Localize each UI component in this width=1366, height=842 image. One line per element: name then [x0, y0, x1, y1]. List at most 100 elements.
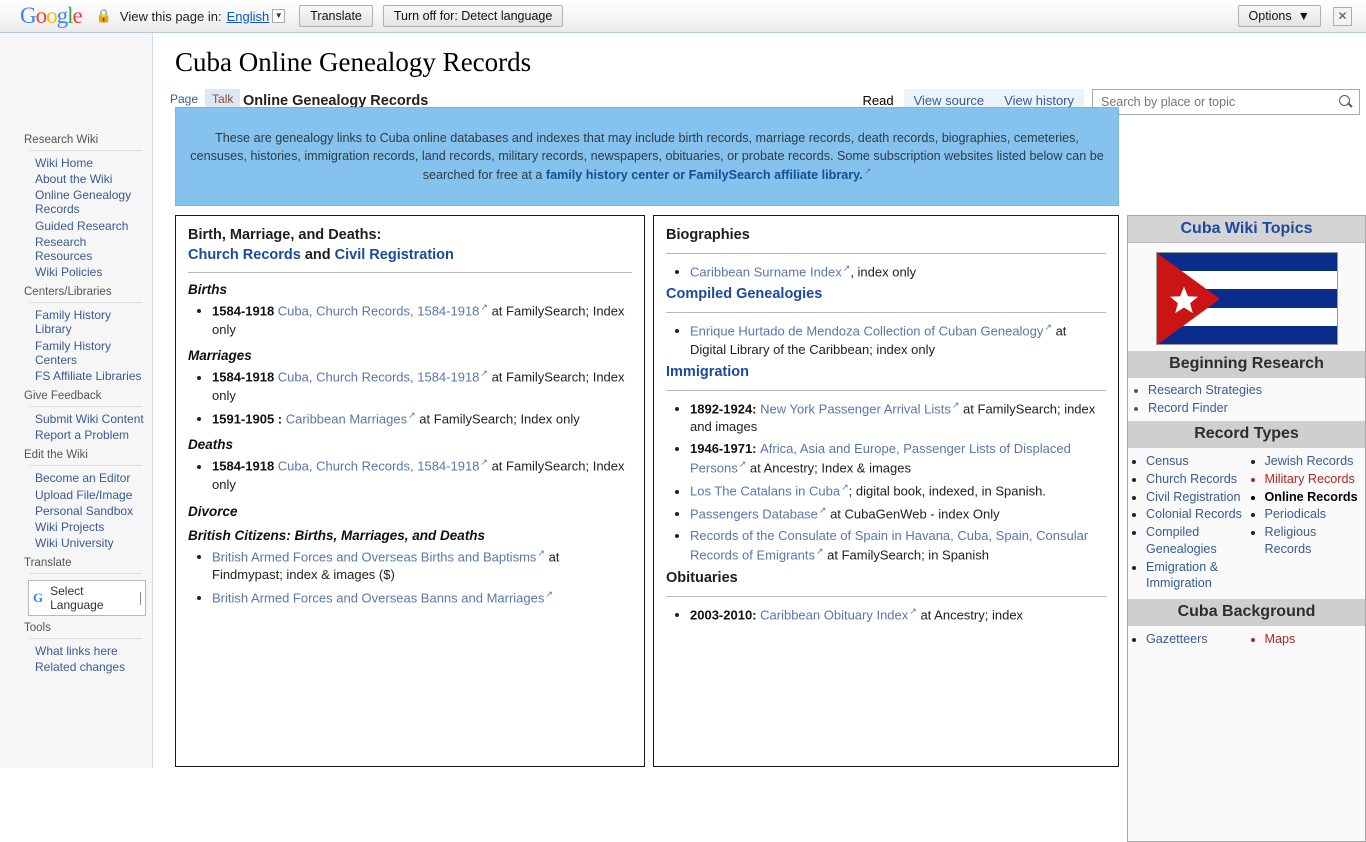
sidebar-item-related-changes[interactable]: Related changes: [0, 659, 152, 675]
sidebar-item-what-links-here[interactable]: What links here: [0, 643, 152, 659]
content-link[interactable]: New York Passenger Arrival Lists: [760, 401, 951, 416]
external-link-icon: ↗: [1044, 321, 1052, 332]
body-columns: These are genealogy links to Cuba online…: [175, 107, 1366, 842]
info-panel-title: Cuba Wiki Topics: [1128, 216, 1365, 243]
content-link[interactable]: Los The Catalans in Cuba: [690, 484, 840, 499]
church-records-link[interactable]: Church Records: [188, 247, 301, 263]
info-panel-item: Colonial Records: [1146, 506, 1247, 523]
info-panel-list-col2: Jewish Records Military Records Online Rec…: [1247, 453, 1366, 593]
select-language-button[interactable]: G Select Language: [28, 580, 146, 617]
language-label[interactable]: English: [227, 9, 270, 24]
divider: [30, 573, 142, 575]
info-panel-item: Compiled Genealogies: [1146, 524, 1247, 557]
info-panel-link[interactable]: Colonial Records: [1146, 507, 1242, 521]
chevron-down-icon[interactable]: ▼: [272, 9, 286, 23]
content-link[interactable]: British Armed Forces and Overseas Births…: [212, 549, 536, 564]
left-sidebar: Research Wiki Wiki Home About the Wiki Onli…: [0, 33, 153, 768]
info-panel: Cuba Wiki Topics Beginning Research Resea…: [1127, 215, 1366, 842]
list-item: 1591-1905 : Caribbean Marriages↗ at Fami…: [212, 409, 632, 429]
divider: [666, 595, 1106, 597]
divider: [666, 252, 1106, 254]
sidebar-heading: Tools: [24, 622, 51, 635]
info-panel-link[interactable]: Maps: [1265, 632, 1296, 646]
content-link[interactable]: Caribbean Surname Index: [690, 264, 842, 279]
close-icon[interactable]: ✕: [1333, 6, 1352, 26]
options-button[interactable]: Options ▼: [1237, 5, 1321, 27]
sidebar-item-become-an-editor[interactable]: Become an Editor: [0, 470, 152, 486]
notice-link[interactable]: family history center or FamilySearch af…: [546, 168, 863, 182]
list-item: 1584-1918 Cuba, Church Records, 1584-191…: [212, 301, 632, 339]
section-title: Births: [188, 282, 228, 298]
language-selector[interactable]: English ▼: [227, 9, 286, 24]
section-title: Immigration: [666, 364, 749, 381]
item-prefix: 1591-1905 :: [212, 410, 286, 426]
sidebar-item-wiki-university[interactable]: Wiki University: [0, 535, 152, 551]
info-panel-link[interactable]: Compiled Genealogies: [1146, 525, 1217, 556]
item-suffix: at FamilySearch; Index only: [415, 410, 580, 426]
divider: [188, 272, 632, 274]
british-citizens-heading: British Citizens: Births, Marriages, and…: [188, 527, 486, 543]
info-panel-link[interactable]: Church Records: [1146, 472, 1237, 486]
divider: [30, 406, 142, 408]
page-title: Cuba Online Genealogy Records: [175, 47, 532, 77]
sidebar-heading: Give Feedback: [24, 390, 102, 403]
translate-button[interactable]: Translate: [299, 5, 373, 27]
section-title: Compiled Genealogies: [666, 286, 823, 303]
sidebar-item-about-the-wiki[interactable]: About the Wiki: [0, 171, 152, 187]
item-suffix: ; digital book, indexed, in Spanish.: [848, 483, 1046, 499]
civil-registration-link[interactable]: Civil Registration: [335, 247, 454, 263]
item-prefix: 1584-1918: [212, 369, 278, 385]
cuba-flag-icon: [1155, 252, 1338, 345]
turn-off-for-language-button[interactable]: Turn off for: Detect language: [382, 5, 564, 27]
sidebar-item-online-genealogy-records[interactable]: Online Genealogy Records: [0, 187, 152, 217]
sidebar-item-family-history-library[interactable]: Family History Library: [0, 307, 152, 337]
info-panel-link[interactable]: Periodicals: [1265, 507, 1327, 521]
info-panel-link[interactable]: Record Finder: [1148, 401, 1228, 415]
info-panel-item: Maps: [1265, 631, 1366, 648]
info-panel-link[interactable]: Emigration & Immigration: [1146, 560, 1218, 591]
sidebar-item-guided-research[interactable]: Guided Research: [0, 218, 152, 234]
external-link-icon: ↗: [841, 482, 849, 493]
info-panel-list-col1: Census Church Records Civil Registration Co…: [1128, 453, 1247, 593]
content-link[interactable]: Caribbean Obituary Index: [760, 607, 908, 622]
sidebar-item-submit-wiki-content[interactable]: Submit Wiki Content: [0, 411, 152, 427]
content-link[interactable]: Passengers Database: [690, 506, 818, 521]
info-panel-section-heading: Beginning Research: [1128, 351, 1365, 378]
info-panel-link[interactable]: Gazetteers: [1146, 632, 1208, 646]
info-panel-link[interactable]: Research Strategies: [1148, 383, 1262, 397]
info-panel-item: Census: [1146, 453, 1247, 470]
info-panel-item: Military Records: [1265, 471, 1366, 488]
info-panel-item: Record Finder: [1148, 400, 1365, 417]
content-link[interactable]: Cuba, Church Records, 1584-1918: [278, 303, 480, 318]
title-bar: Cuba Online Genealogy Records: [175, 49, 1175, 76]
sidebar-item-upload-file-image[interactable]: Upload File/Image: [0, 487, 152, 503]
info-panel-item: Religious Records: [1265, 524, 1366, 557]
content-link[interactable]: Caribbean Marriages: [286, 411, 407, 426]
info-panel-link[interactable]: Military Records: [1265, 472, 1355, 486]
content-link[interactable]: Cuba, Church Records, 1584-1918: [278, 370, 480, 385]
section-title: Obituaries: [666, 569, 738, 586]
info-panel-link[interactable]: Jewish Records: [1265, 454, 1354, 468]
content-link[interactable]: British Armed Forces and Overseas Banns …: [212, 590, 544, 605]
list-item: Caribbean Surname Index↗, index only: [690, 262, 1106, 282]
divider: [666, 389, 1106, 391]
sidebar-item-fs-affiliate-libraries[interactable]: FS Affiliate Libraries: [0, 368, 152, 384]
content-link[interactable]: Enrique Hurtado de Mendoza Collection of…: [690, 323, 1043, 338]
sidebar-item-research-resources[interactable]: Research Resources: [0, 234, 152, 264]
sidebar-item-family-history-centers[interactable]: Family History Centers: [0, 338, 152, 368]
content-link[interactable]: Cuba, Church Records, 1584-1918: [278, 459, 480, 474]
sidebar-item-personal-sandbox[interactable]: Personal Sandbox: [0, 503, 152, 519]
info-panel-link[interactable]: Census: [1146, 454, 1189, 468]
chevron-down-icon: ▼: [1297, 9, 1310, 23]
info-panel-item: Online Records: [1265, 489, 1366, 506]
sidebar-item-wiki-policies[interactable]: Wiki Policies: [0, 264, 152, 280]
external-link-icon: ↗: [545, 588, 553, 599]
item-suffix: , index only: [850, 263, 917, 279]
sidebar-item-wiki-projects[interactable]: Wiki Projects: [0, 519, 152, 535]
info-panel-link[interactable]: Religious Records: [1265, 525, 1317, 556]
item-prefix: 1584-1918: [212, 303, 278, 319]
info-panel-item: Gazetteers: [1146, 631, 1247, 648]
info-panel-link[interactable]: Civil Registration: [1146, 490, 1240, 504]
sidebar-item-wiki-home[interactable]: Wiki Home: [0, 155, 152, 171]
sidebar-item-report-a-problem[interactable]: Report a Problem: [0, 427, 152, 443]
